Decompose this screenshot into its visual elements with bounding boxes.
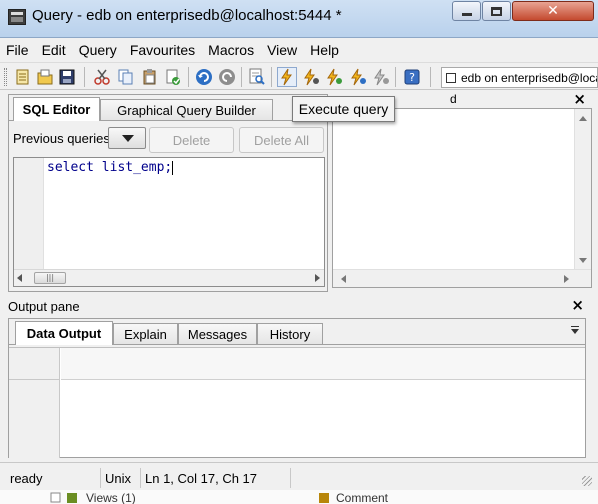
open-file-icon[interactable]	[14, 68, 32, 86]
toolbar-separator	[430, 67, 431, 87]
background-window: Views (1) Comment	[0, 490, 598, 504]
sql-editor-pane: SQL Editor Graphical Query Builder Previ…	[8, 94, 328, 292]
output-pane-close-icon[interactable]: ×	[571, 296, 584, 314]
toolbar: ? edb on enterprisedb@localhost:5444	[0, 62, 598, 90]
previous-queries-label: Previous queries	[13, 131, 110, 146]
scratch-pad-horizontal-scrollbar[interactable]	[333, 269, 591, 287]
main-area: SQL Editor Graphical Query Builder Previ…	[0, 90, 598, 462]
maximize-button[interactable]	[482, 1, 511, 21]
execute-query-icon[interactable]	[277, 67, 297, 87]
scroll-up-icon[interactable]	[579, 116, 587, 121]
output-pane: Data Output Explain Messages History	[8, 318, 586, 458]
scroll-left-icon[interactable]	[17, 274, 22, 282]
status-line-endings: Unix	[100, 468, 140, 488]
save-icon[interactable]	[58, 68, 76, 86]
execute-query-tooltip: Execute query	[292, 96, 395, 122]
scroll-down-icon[interactable]	[579, 258, 587, 263]
menu-view[interactable]: View	[267, 42, 297, 58]
scratch-pad-vertical-scrollbar[interactable]	[574, 109, 591, 269]
connection-checkbox[interactable]	[446, 72, 456, 83]
connection-select[interactable]: edb on enterprisedb@localhost:5444	[441, 67, 598, 88]
explain-analyze-icon[interactable]	[349, 68, 367, 86]
text-caret	[172, 160, 174, 175]
copy-icon[interactable]	[117, 68, 135, 86]
output-pane-header: Output pane ×	[0, 296, 598, 316]
status-empty	[290, 468, 580, 488]
help-icon[interactable]: ?	[403, 68, 421, 86]
menu-favourites[interactable]: Favourites	[130, 42, 195, 58]
tab-explain[interactable]: Explain	[113, 323, 178, 345]
scratch-pad-title: d	[450, 92, 457, 106]
editor-horizontal-scrollbar[interactable]: |||	[14, 269, 324, 286]
paste-icon[interactable]	[141, 68, 159, 86]
scratch-pad-textarea[interactable]	[332, 108, 592, 288]
sql-editor[interactable]: select list_emp; |||	[13, 157, 325, 287]
tab-list-menu-icon[interactable]	[571, 326, 579, 334]
background-comment-label: Comment	[336, 491, 389, 504]
scratch-pad-close-icon[interactable]: ×	[573, 90, 586, 108]
tab-messages[interactable]: Messages	[178, 323, 257, 345]
execute-to-file-icon[interactable]	[302, 68, 320, 86]
background-views-label: Views (1)	[86, 491, 136, 504]
comment-icon	[319, 493, 329, 503]
svg-text:?: ?	[409, 71, 415, 84]
menu-bar: File Edit Query Favourites Macros View H…	[0, 38, 598, 62]
clear-icon[interactable]	[164, 68, 182, 86]
menu-file[interactable]: File	[6, 42, 29, 58]
tab-history[interactable]: History	[257, 323, 323, 345]
delete-button[interactable]: Delete	[149, 127, 234, 153]
undo-icon[interactable]	[195, 68, 213, 86]
chevron-down-icon	[122, 135, 134, 142]
toolbar-separator	[188, 67, 189, 87]
menu-query[interactable]: Query	[79, 42, 117, 58]
previous-queries-dropdown[interactable]	[108, 127, 146, 149]
tab-graphical-query-builder[interactable]: Graphical Query Builder	[100, 99, 273, 121]
scroll-left-icon[interactable]	[341, 275, 346, 283]
title-bar: Query - edb on enterprisedb@localhost:54…	[0, 0, 598, 38]
toolbar-separator	[395, 67, 396, 87]
open-icon[interactable]	[36, 68, 54, 86]
redo-icon[interactable]	[218, 68, 236, 86]
toolbar-separator	[84, 67, 85, 87]
menu-edit[interactable]: Edit	[42, 42, 66, 58]
cut-icon[interactable]	[93, 68, 111, 86]
close-window-button[interactable]: ✕	[512, 1, 594, 21]
status-state: ready	[10, 470, 43, 486]
scrollbar-thumb[interactable]: |||	[34, 272, 66, 284]
data-output-grid[interactable]	[9, 347, 585, 458]
tab-data-output[interactable]: Data Output	[15, 321, 113, 345]
tab-sql-editor[interactable]: SQL Editor	[13, 97, 100, 121]
explain-icon[interactable]	[325, 68, 343, 86]
connection-label: edb on enterprisedb@localhost:5444	[461, 70, 597, 85]
delete-all-button[interactable]: Delete All	[239, 127, 324, 153]
status-bar: ready Unix Ln 1, Col 17, Ch 17	[0, 462, 598, 490]
views-icon	[67, 493, 77, 503]
query-text[interactable]: select list_emp;	[47, 160, 174, 175]
output-pane-title: Output pane	[8, 299, 80, 314]
query-text-value: select list_emp;	[47, 160, 173, 175]
grid-row-header	[9, 380, 60, 458]
toolbar-separator	[271, 67, 272, 87]
scroll-right-icon[interactable]	[315, 274, 320, 282]
minimize-button[interactable]	[452, 1, 481, 21]
menu-macros[interactable]: Macros	[208, 42, 254, 58]
cancel-query-icon[interactable]	[372, 68, 390, 86]
maximize-icon	[491, 6, 502, 16]
editor-gutter	[14, 158, 44, 270]
find-icon[interactable]	[248, 68, 266, 86]
close-icon: ✕	[547, 3, 559, 19]
scroll-right-icon[interactable]	[564, 275, 569, 283]
toolbar-grip[interactable]	[4, 68, 7, 86]
toolbar-separator	[241, 67, 242, 87]
window-title: Query - edb on enterprisedb@localhost:54…	[32, 7, 342, 24]
grid-column-header	[61, 348, 585, 380]
menu-help[interactable]: Help	[310, 42, 339, 58]
resize-grip-icon[interactable]	[582, 476, 592, 486]
expand-icon	[50, 492, 61, 503]
app-icon	[8, 9, 26, 25]
grid-corner[interactable]	[9, 348, 60, 380]
minimize-icon	[461, 12, 472, 16]
status-cursor-position: Ln 1, Col 17, Ch 17	[140, 468, 290, 488]
